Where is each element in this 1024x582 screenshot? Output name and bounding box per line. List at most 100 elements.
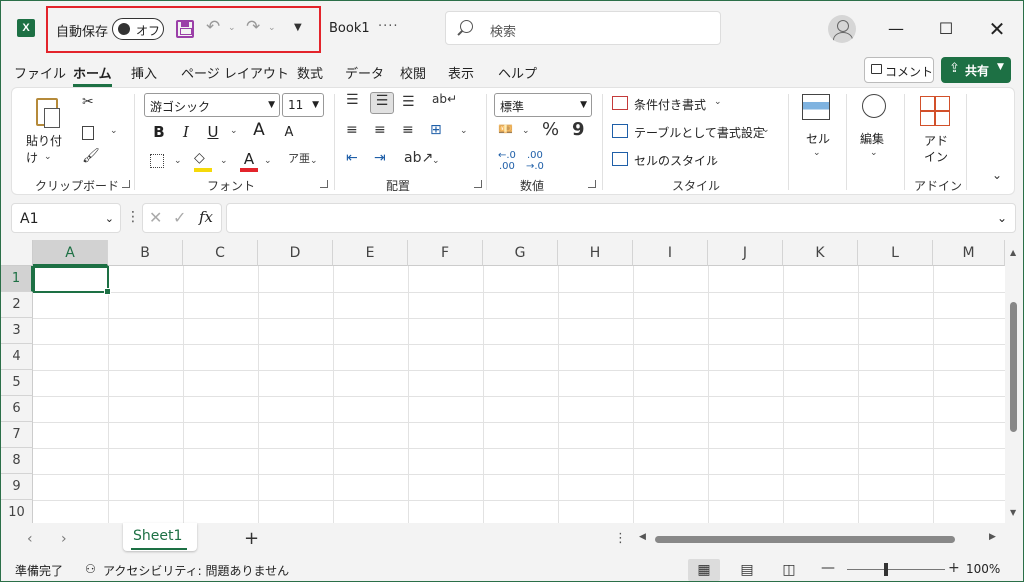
align-top-icon[interactable]: ☰: [346, 92, 359, 108]
column-header-d[interactable]: D: [258, 240, 333, 266]
borders-icon[interactable]: [150, 154, 164, 168]
zoom-slider[interactable]: [847, 569, 945, 570]
customize-qat-icon[interactable]: ▼: [294, 22, 302, 33]
font-name-select[interactable]: 游ゴシック ▼: [144, 93, 280, 117]
scroll-right-icon[interactable]: ▶: [989, 532, 996, 542]
maximize-icon[interactable]: ☐: [931, 15, 961, 43]
insert-function-button[interactable]: fx: [199, 208, 213, 226]
column-header-l[interactable]: L: [858, 240, 933, 266]
comma-button[interactable]: 9: [572, 119, 585, 140]
merge-dropdown-icon[interactable]: ⌄: [460, 126, 468, 136]
document-title[interactable]: Book1: [329, 21, 370, 36]
row-header-9[interactable]: 9: [1, 474, 33, 500]
row-header-5[interactable]: 5: [1, 370, 33, 396]
vertical-scrollbar[interactable]: ▲ ▼: [1005, 240, 1023, 523]
undo-icon[interactable]: ↶: [206, 17, 220, 37]
formula-input[interactable]: ⌄: [226, 203, 1016, 233]
bold-button[interactable]: B: [148, 121, 170, 143]
shrink-font-button[interactable]: A: [278, 122, 300, 144]
tabs-splitter-icon[interactable]: ⋮: [614, 531, 627, 546]
align-middle-icon[interactable]: ☰: [370, 92, 394, 114]
select-all-corner[interactable]: [1, 240, 33, 266]
decrease-decimal-icon[interactable]: .00 →.0: [526, 150, 544, 172]
column-header-e[interactable]: E: [333, 240, 408, 266]
column-header-c[interactable]: C: [183, 240, 258, 266]
tab-home[interactable]: ホーム: [73, 63, 112, 87]
increase-decimal-icon[interactable]: ←.0.00: [498, 150, 516, 172]
merge-center-icon[interactable]: ⊞: [430, 122, 442, 138]
number-launcher-icon[interactable]: [588, 180, 596, 188]
sheet-tab-sheet1[interactable]: Sheet1: [123, 523, 197, 551]
scroll-up-icon[interactable]: ▲: [1010, 248, 1016, 257]
tab-formulas[interactable]: 数式: [297, 63, 323, 82]
alignment-launcher-icon[interactable]: [474, 180, 482, 188]
font-size-select[interactable]: 11 ▼: [282, 93, 324, 117]
document-more-icon[interactable]: ····: [378, 19, 399, 34]
addins-button[interactable]: アド イン: [914, 92, 958, 170]
search-box[interactable]: 検索: [445, 11, 721, 45]
redo-dropdown-icon[interactable]: ⌄: [268, 23, 276, 33]
share-dropdown-icon[interactable]: ▼: [997, 62, 1004, 72]
row-header-1[interactable]: 1: [1, 266, 33, 292]
phonetic-icon[interactable]: ア亜: [288, 150, 310, 166]
row-header-2[interactable]: 2: [1, 292, 33, 318]
expand-formula-icon[interactable]: ⌄: [997, 211, 1007, 225]
column-header-b[interactable]: B: [108, 240, 183, 266]
row-header-10[interactable]: 10: [1, 500, 33, 523]
zoom-slider-thumb[interactable]: [884, 563, 888, 576]
add-sheet-button[interactable]: +: [244, 528, 259, 549]
column-header-g[interactable]: G: [483, 240, 558, 266]
cells-button[interactable]: セル ⌄: [798, 92, 838, 164]
active-cell-a1[interactable]: [33, 266, 111, 295]
cell-styles-button[interactable]: セルのスタイル ⌄: [612, 150, 742, 172]
next-sheet-icon[interactable]: ›: [61, 531, 67, 547]
wrap-text-icon[interactable]: ab↵: [432, 92, 457, 106]
zoom-in-icon[interactable]: +: [948, 560, 960, 576]
tab-help[interactable]: ヘルプ: [498, 63, 537, 82]
redo-icon[interactable]: ↷: [246, 17, 260, 37]
grow-font-button[interactable]: A: [248, 119, 270, 141]
column-header-m[interactable]: M: [933, 240, 1005, 266]
currency-dropdown-icon[interactable]: ⌄: [522, 126, 530, 136]
page-break-view-icon[interactable]: ◫: [773, 559, 805, 581]
percent-button[interactable]: %: [542, 119, 559, 140]
enter-icon[interactable]: ✓: [173, 208, 186, 227]
formula-bar-more-icon[interactable]: ⋮: [126, 209, 140, 225]
scroll-left-icon[interactable]: ◀: [639, 532, 646, 542]
format-painter-icon[interactable]: 🖌: [82, 148, 100, 164]
column-header-k[interactable]: K: [783, 240, 858, 266]
copy-dropdown-icon[interactable]: ⌄: [110, 126, 118, 136]
account-avatar[interactable]: [828, 15, 856, 43]
conditional-formatting-button[interactable]: 条件付き書式 ⌄: [612, 94, 772, 116]
column-header-i[interactable]: I: [633, 240, 708, 266]
vertical-scroll-thumb[interactable]: [1010, 302, 1017, 432]
row-header-6[interactable]: 6: [1, 396, 33, 422]
cancel-icon[interactable]: ✕: [149, 208, 162, 227]
fill-color-icon[interactable]: ◇: [194, 150, 205, 166]
orientation-dropdown-icon[interactable]: ⌄: [432, 156, 440, 166]
name-box[interactable]: A1 ⌄: [11, 203, 121, 233]
align-bottom-icon[interactable]: ☰: [402, 94, 415, 110]
undo-dropdown-icon[interactable]: ⌄: [228, 23, 236, 33]
tab-data[interactable]: データ: [345, 63, 384, 82]
clipboard-launcher-icon[interactable]: [122, 180, 130, 188]
phonetic-dropdown-icon[interactable]: ⌄: [310, 156, 318, 166]
format-as-table-button[interactable]: テーブルとして書式設定 ⌄: [612, 122, 782, 144]
normal-view-icon[interactable]: ▦: [688, 559, 720, 581]
decrease-indent-icon[interactable]: ⇤: [346, 150, 358, 166]
column-header-j[interactable]: J: [708, 240, 783, 266]
tab-page-layout[interactable]: ページ レイアウト: [181, 63, 289, 82]
zoom-level[interactable]: 100%: [966, 562, 1000, 576]
currency-icon[interactable]: 💴: [498, 122, 513, 136]
row-header-8[interactable]: 8: [1, 448, 33, 474]
tab-insert[interactable]: 挿入: [131, 63, 157, 82]
minimize-icon[interactable]: —: [881, 15, 911, 43]
underline-dropdown-icon[interactable]: ⌄: [230, 126, 238, 136]
previous-sheet-icon[interactable]: ‹: [27, 531, 33, 547]
share-button[interactable]: ⇪ 共有 ▼: [941, 57, 1011, 83]
font-color-dropdown-icon[interactable]: ⌄: [264, 156, 272, 166]
align-right-icon[interactable]: ≡: [402, 122, 414, 138]
row-header-4[interactable]: 4: [1, 344, 33, 370]
italic-button[interactable]: I: [175, 121, 197, 143]
fill-color-dropdown-icon[interactable]: ⌄: [220, 156, 228, 166]
